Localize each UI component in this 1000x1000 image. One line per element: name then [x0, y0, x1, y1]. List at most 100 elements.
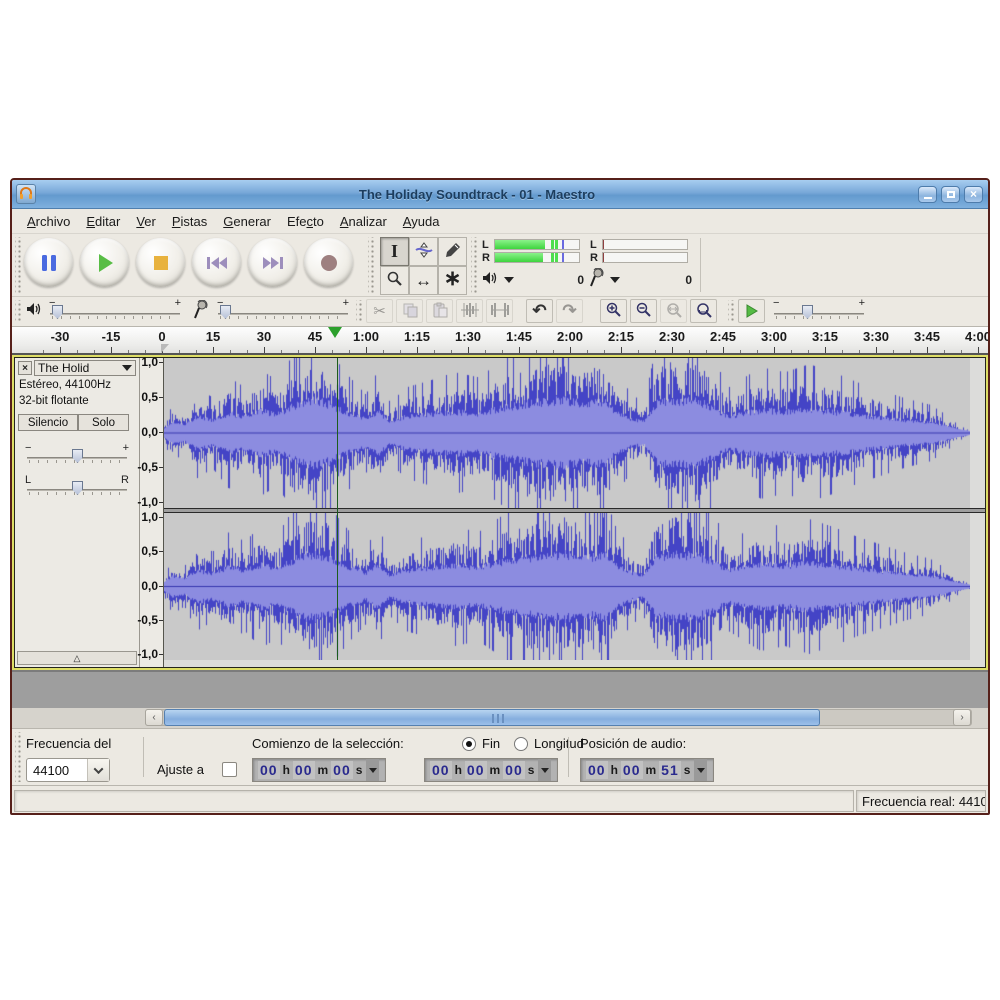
- track-close-button[interactable]: ×: [18, 361, 32, 375]
- time-digits[interactable]: 00: [586, 761, 608, 779]
- vertical-ruler[interactable]: 1,00,50,0-0,5-1,01,00,50,0-0,5-1,0: [140, 358, 164, 667]
- stop-button[interactable]: [136, 238, 185, 287]
- titlebar[interactable]: The Holiday Soundtrack - 01 - Maestro ×: [12, 180, 988, 209]
- scroll-right-button[interactable]: ›: [953, 709, 971, 726]
- toolbar-grip[interactable]: [15, 237, 22, 293]
- input-volume-slider[interactable]: − +: [218, 304, 348, 320]
- draw-tool-button[interactable]: [438, 237, 467, 266]
- track-collapse-button[interactable]: △: [17, 651, 137, 665]
- time-digits[interactable]: 00: [258, 761, 280, 779]
- time-digits[interactable]: 00: [503, 761, 525, 779]
- timeline-tick: [774, 347, 775, 353]
- forward-button[interactable]: [248, 238, 297, 287]
- record-button[interactable]: [304, 238, 353, 287]
- rewind-button[interactable]: [192, 238, 241, 287]
- solo-button[interactable]: Solo: [78, 414, 129, 431]
- time-digits[interactable]: 00: [465, 761, 487, 779]
- selection-end-time[interactable]: 00h00m00s: [424, 758, 558, 782]
- scroll-left-button[interactable]: ‹: [145, 709, 163, 726]
- length-radio[interactable]: [514, 737, 528, 751]
- timeline-tick: [332, 350, 333, 353]
- time-digits[interactable]: 00: [293, 761, 315, 779]
- gain-slider[interactable]: − +: [27, 448, 127, 464]
- time-digits[interactable]: 00: [331, 761, 353, 779]
- selection-start-time[interactable]: 00h00m00s: [252, 758, 386, 782]
- play-at-speed-button[interactable]: [738, 299, 765, 323]
- menu-archivo[interactable]: Archivo: [20, 211, 77, 232]
- menu-efecto[interactable]: Efecto: [280, 211, 331, 232]
- output-meter[interactable]: LR0: [482, 238, 586, 294]
- playback-speed-slider[interactable]: − +: [774, 304, 864, 320]
- snap-to-checkbox[interactable]: [222, 762, 237, 777]
- input-meter[interactable]: LR0: [590, 238, 694, 294]
- redo-button[interactable]: ↷: [556, 299, 583, 323]
- chevron-down-icon[interactable]: [366, 759, 379, 781]
- timeline-tick: [281, 350, 282, 353]
- menu-generar[interactable]: Generar: [216, 211, 278, 232]
- timeline-tick: [400, 350, 401, 353]
- selection-tool-button[interactable]: I: [380, 237, 409, 266]
- silence-button[interactable]: [486, 299, 513, 323]
- envelope-tool-button[interactable]: [409, 237, 438, 266]
- play-button[interactable]: [80, 238, 129, 287]
- toolbar-grip[interactable]: [356, 300, 363, 323]
- horizontal-scrollbar[interactable]: ‹ ›: [12, 708, 988, 728]
- undo-button[interactable]: ↶: [526, 299, 553, 323]
- maximize-button[interactable]: [941, 186, 960, 203]
- menu-pistas[interactable]: Pistas: [165, 211, 214, 232]
- waveform-display[interactable]: [164, 358, 985, 667]
- timeline-ruler[interactable]: -30-1501530451:001:151:301:452:002:152:3…: [12, 327, 988, 355]
- toolbar-grip[interactable]: [15, 300, 22, 323]
- audio-position-time[interactable]: 00h00m51s: [580, 758, 714, 782]
- toolbar-grip[interactable]: [368, 237, 375, 293]
- fit-selection-button[interactable]: [660, 299, 687, 323]
- toolbar-grip[interactable]: [15, 732, 22, 782]
- timeline-label: 3:00: [761, 329, 787, 344]
- chevron-down-icon[interactable]: [610, 277, 620, 283]
- zoom-tool-button[interactable]: [380, 266, 409, 295]
- menu-bar: ArchivoEditarVerPistasGenerarEfectoAnali…: [12, 209, 988, 234]
- trim-button[interactable]: [456, 299, 483, 323]
- paste-button[interactable]: [426, 299, 453, 323]
- toolbar-grip[interactable]: [471, 237, 478, 293]
- time-digits[interactable]: 00: [621, 761, 643, 779]
- scrollbar-thumb[interactable]: [164, 709, 820, 726]
- close-button[interactable]: ×: [964, 186, 983, 203]
- time-digits[interactable]: 51: [659, 761, 681, 779]
- minimize-button[interactable]: [918, 186, 937, 203]
- time-digits[interactable]: 00: [430, 761, 452, 779]
- project-rate-label: Frecuencia del: [26, 736, 111, 751]
- pan-slider[interactable]: L R: [27, 480, 127, 496]
- meter-bar: [602, 252, 688, 263]
- menu-ayuda[interactable]: Ayuda: [396, 211, 447, 232]
- timeshift-icon: ↔: [415, 271, 432, 291]
- menu-analizar[interactable]: Analizar: [333, 211, 394, 232]
- project-rate-combo[interactable]: 44100: [26, 758, 110, 782]
- fit-project-button[interactable]: [690, 299, 717, 323]
- end-radio[interactable]: [462, 737, 476, 751]
- track-name-menu[interactable]: The Holid: [34, 360, 136, 376]
- pause-button[interactable]: [24, 238, 73, 287]
- cut-button[interactable]: ✂: [366, 299, 393, 323]
- output-volume-slider[interactable]: − +: [50, 304, 180, 320]
- toolbar-grip[interactable]: [728, 300, 735, 323]
- meter-peak-hold: [562, 240, 564, 249]
- waveform-channel[interactable]: [164, 513, 970, 660]
- timeline-label: 1:15: [404, 329, 430, 344]
- timeshift-tool-button[interactable]: ↔: [409, 266, 438, 295]
- meter-level-fill: [495, 253, 543, 262]
- vruler-tick: [159, 397, 163, 398]
- audio-position-label: Posición de audio:: [580, 736, 686, 751]
- menu-editar[interactable]: Editar: [79, 211, 127, 232]
- zoom-out-button[interactable]: [630, 299, 657, 323]
- copy-button[interactable]: [396, 299, 423, 323]
- chevron-down-icon[interactable]: [504, 277, 514, 283]
- zoom-in-button[interactable]: [600, 299, 627, 323]
- waveform-channel[interactable]: [164, 358, 970, 508]
- playhead-marker[interactable]: [328, 327, 342, 338]
- mute-button[interactable]: Silencio: [18, 414, 78, 431]
- menu-ver[interactable]: Ver: [129, 211, 163, 232]
- chevron-down-icon[interactable]: [538, 759, 551, 781]
- multi-tool-button[interactable]: ∗: [438, 266, 467, 295]
- chevron-down-icon[interactable]: [694, 759, 707, 781]
